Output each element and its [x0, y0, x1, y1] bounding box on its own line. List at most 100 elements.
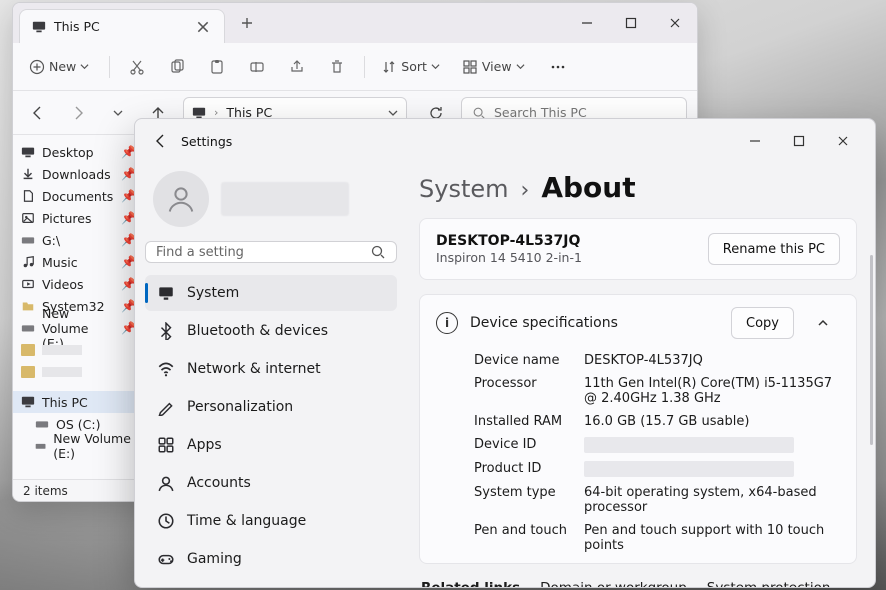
spec-key: Device name [474, 353, 584, 368]
close-tab-icon[interactable] [194, 18, 212, 36]
nav-item-label: Music [42, 255, 78, 270]
nav-item[interactable]: G:\📌 [13, 229, 144, 251]
close-window-button[interactable] [653, 3, 697, 43]
nav-item[interactable]: Documents📌 [13, 185, 144, 207]
sidebar-item-label: Time & language [187, 513, 306, 529]
sidebar-item-wifi[interactable]: Network & internet [145, 351, 397, 387]
nav-item-label: Pictures [42, 211, 92, 226]
scrollbar[interactable] [870, 255, 873, 445]
nav-item-label: G:\ [42, 233, 60, 248]
nav-item[interactable]: New Volume (E:)📌 [13, 317, 144, 339]
time-icon [157, 512, 175, 530]
sidebar-item-label: Network & internet [187, 361, 321, 377]
rename-button[interactable] [240, 51, 274, 83]
profile-card[interactable] [145, 167, 397, 231]
rename-pc-button[interactable]: Rename this PC [708, 233, 840, 265]
spec-value-redacted [584, 437, 840, 453]
nav-item[interactable]: Pictures📌 [13, 207, 144, 229]
device-name: DESKTOP-4L537JQ [436, 233, 708, 249]
cut-button[interactable] [120, 51, 154, 83]
sidebar-item-brush[interactable]: Personalization [145, 389, 397, 425]
status-text: 2 items [23, 484, 68, 498]
system-icon [157, 284, 175, 302]
this-pc-icon [32, 20, 46, 34]
chevron-down-icon[interactable] [388, 108, 398, 118]
spec-value-redacted [584, 461, 840, 477]
nav-item-label: Desktop [42, 145, 94, 160]
this-pc-icon [21, 395, 35, 409]
nav-item[interactable]: Music📌 [13, 251, 144, 273]
settings-titlebar: Settings [135, 119, 875, 163]
related-link[interactable]: System protection [707, 580, 831, 587]
delete-button[interactable] [320, 51, 354, 83]
nav-tree-drive[interactable]: New Volume (E:) [13, 435, 144, 457]
new-button[interactable]: New [23, 51, 99, 83]
download-icon [21, 167, 35, 181]
maximize-button[interactable] [609, 3, 653, 43]
nav-item-label: Videos [42, 277, 84, 292]
nav-item-label [42, 345, 82, 355]
sidebar-item-account[interactable]: Accounts [145, 465, 397, 501]
sort-button[interactable]: Sort [375, 51, 450, 83]
nav-item[interactable] [13, 361, 144, 383]
nav-recent-button[interactable] [103, 98, 133, 128]
spec-value: DESKTOP-4L537JQ [584, 353, 840, 368]
profile-name-redacted [221, 182, 349, 216]
maximize-button[interactable] [777, 121, 821, 161]
back-button[interactable] [145, 125, 177, 157]
breadcrumb: System › About [419, 171, 857, 204]
related-header: Related links [421, 580, 520, 587]
folder-icon [21, 366, 35, 378]
more-button[interactable] [541, 51, 575, 83]
explorer-tab-title: This PC [54, 19, 186, 34]
paste-button[interactable] [200, 51, 234, 83]
new-tab-button[interactable] [231, 7, 263, 39]
find-setting-placeholder: Find a setting [156, 245, 362, 260]
nav-tree-child-label: OS (C:) [56, 417, 100, 432]
sidebar-item-apps[interactable]: Apps [145, 427, 397, 463]
picture-icon [21, 211, 35, 225]
nav-forward-button[interactable] [63, 98, 93, 128]
nav-back-button[interactable] [23, 98, 53, 128]
sidebar-item-time[interactable]: Time & language [145, 503, 397, 539]
bluetooth-icon [157, 322, 175, 340]
nav-item[interactable]: Downloads📌 [13, 163, 144, 185]
drive-icon [35, 417, 49, 431]
spec-value: Pen and touch support with 10 touch poin… [584, 523, 840, 553]
spec-key: System type [474, 485, 584, 515]
brush-icon [157, 398, 175, 416]
nav-item[interactable]: Videos📌 [13, 273, 144, 295]
nav-item[interactable]: Desktop📌 [13, 141, 144, 163]
search-icon [370, 244, 386, 260]
wifi-icon [157, 360, 175, 378]
device-specs-card: i Device specifications Copy Device name… [419, 294, 857, 564]
sidebar-item-label: System [187, 285, 239, 301]
collapse-button[interactable] [806, 307, 840, 339]
minimize-button[interactable] [565, 3, 609, 43]
sidebar-item-system[interactable]: System [145, 275, 397, 311]
share-button[interactable] [280, 51, 314, 83]
minimize-button[interactable] [733, 121, 777, 161]
close-window-button[interactable] [821, 121, 865, 161]
info-icon: i [436, 312, 458, 334]
nav-tree-label: This PC [42, 395, 88, 410]
find-setting-input[interactable]: Find a setting [145, 241, 397, 263]
crumb-system[interactable]: System [419, 175, 509, 203]
sidebar-item-gaming[interactable]: Gaming [145, 541, 397, 577]
view-button[interactable]: View [456, 51, 535, 83]
explorer-nav-pane[interactable]: Desktop📌Downloads📌Documents📌Pictures📌G:\… [13, 135, 145, 479]
copy-button[interactable] [160, 51, 194, 83]
copy-specs-button[interactable]: Copy [731, 307, 794, 339]
music-icon [21, 255, 35, 269]
video-icon [21, 277, 35, 291]
drive-icon [21, 321, 35, 335]
spec-key: Pen and touch [474, 523, 584, 553]
nav-tree-this-pc[interactable]: This PC [13, 391, 144, 413]
explorer-tab-this-pc[interactable]: This PC [19, 9, 225, 43]
sidebar-item-label: Accounts [187, 475, 251, 491]
sidebar-item-label: Bluetooth & devices [187, 323, 328, 339]
sidebar-item-bluetooth[interactable]: Bluetooth & devices [145, 313, 397, 349]
related-link[interactable]: Domain or workgroup [540, 580, 687, 587]
chevron-right-icon: › [521, 178, 530, 203]
document-icon [21, 189, 35, 203]
